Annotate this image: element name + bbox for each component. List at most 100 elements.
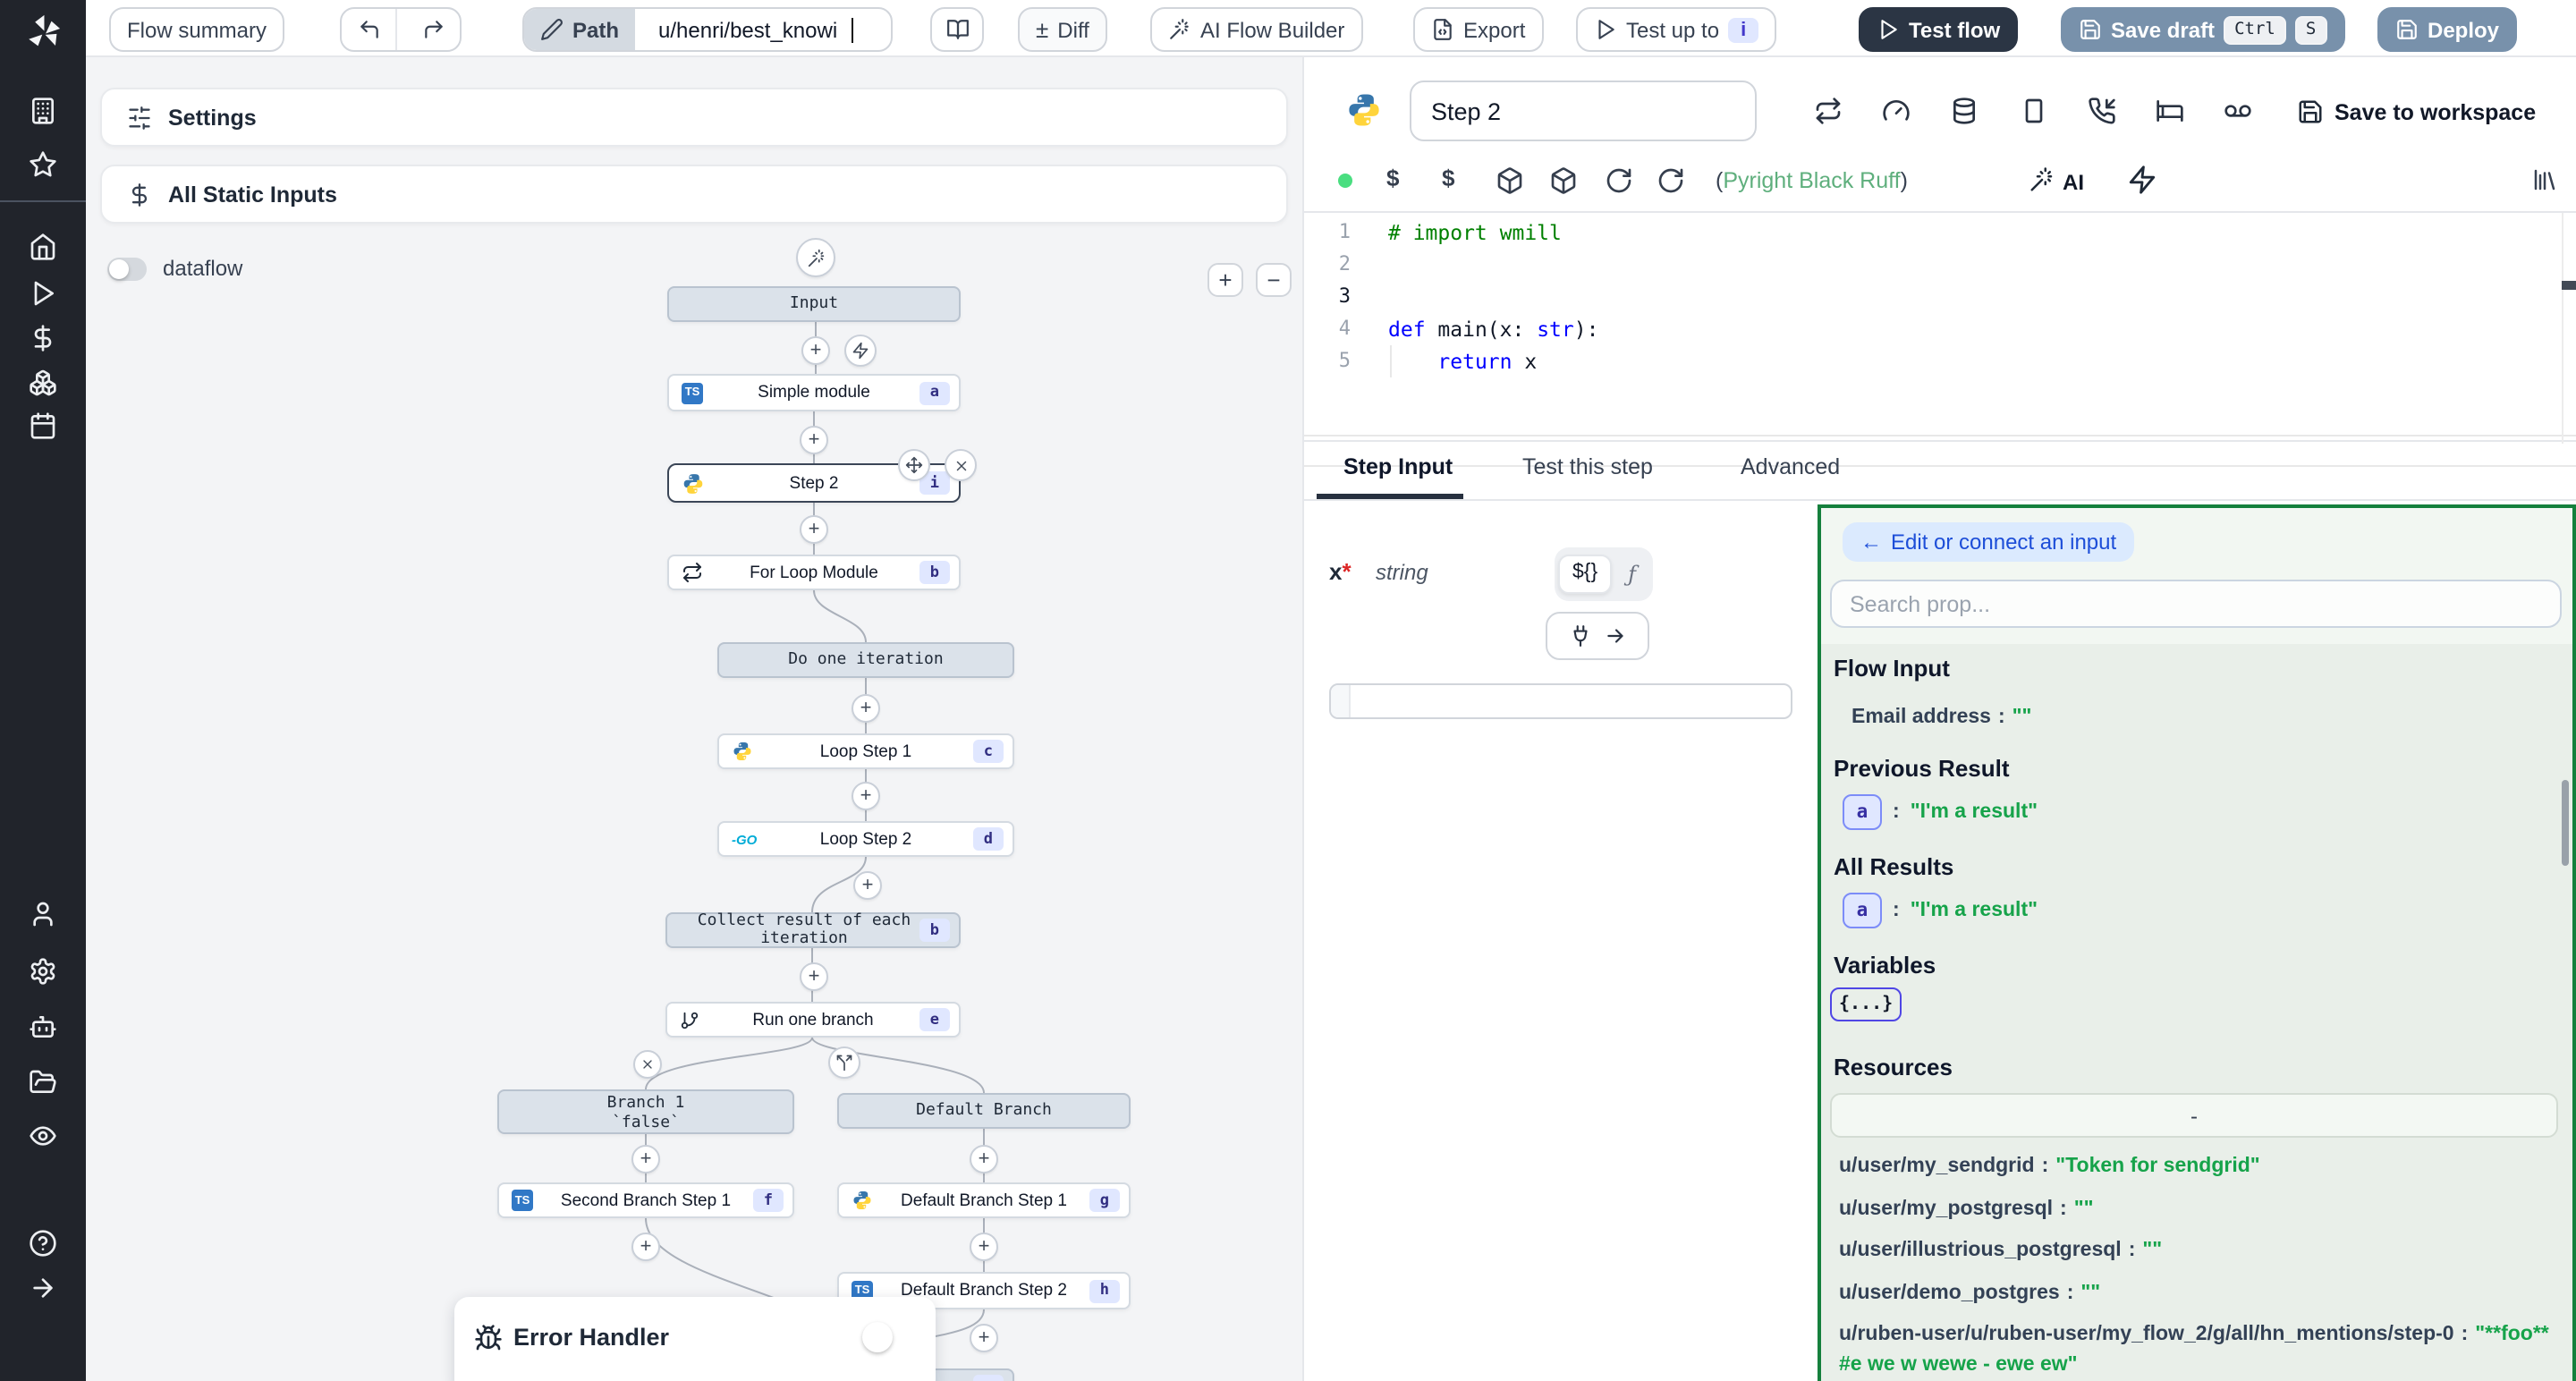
add-step-icon[interactable]: + xyxy=(970,1145,998,1173)
resources-filter-box[interactable]: - xyxy=(1830,1093,2558,1138)
zoom-in-button[interactable]: + xyxy=(1208,263,1243,297)
save-to-workspace-button[interactable]: Save to workspace xyxy=(2334,100,2536,125)
node-loop-step1[interactable]: Loop Step 1 c xyxy=(717,733,1014,769)
add-branch-icon[interactable] xyxy=(828,1046,860,1079)
node-run-one-branch[interactable]: Run one branch e xyxy=(665,1002,961,1038)
node-second-branch-step1[interactable]: TS Second Branch Step 1 f xyxy=(497,1182,794,1218)
diff-button[interactable]: ±Diff xyxy=(1018,7,1107,52)
add-step-icon[interactable]: + xyxy=(852,694,880,723)
audit-eye-icon[interactable] xyxy=(29,1122,57,1150)
add-step-icon[interactable]: + xyxy=(631,1233,660,1261)
voicemail-icon[interactable] xyxy=(2220,93,2256,129)
database-icon[interactable] xyxy=(1946,93,1982,129)
ai-suggest-icon[interactable] xyxy=(796,238,835,277)
variables-expand-badge[interactable]: {...} xyxy=(1830,987,1902,1021)
workspace-icon[interactable] xyxy=(29,97,57,125)
dataflow-toggle[interactable] xyxy=(107,257,147,280)
node-default-branch-step1[interactable]: Default Branch Step 1 g xyxy=(837,1182,1131,1218)
rotate-icon[interactable] xyxy=(1657,166,1685,195)
add-step-icon[interactable]: + xyxy=(853,871,882,900)
flow-summary-button[interactable]: Flow summary xyxy=(109,7,284,52)
home-icon[interactable] xyxy=(29,233,57,261)
node-simple-module[interactable]: TS Simple module a xyxy=(667,374,961,411)
undo-icon[interactable] xyxy=(342,9,397,50)
help-icon[interactable] xyxy=(29,1229,57,1258)
gauge-icon[interactable] xyxy=(1878,93,1914,129)
add-step-icon[interactable]: + xyxy=(970,1233,998,1261)
save-icon[interactable] xyxy=(2297,98,2324,125)
node-for-loop[interactable]: For Loop Module b xyxy=(667,555,961,590)
path-label[interactable]: Path xyxy=(524,9,635,50)
edit-or-connect-button[interactable]: ← Edit or connect an input xyxy=(1843,522,2134,562)
all-static-inputs-card[interactable]: All Static Inputs xyxy=(100,165,1288,224)
step-name-input[interactable] xyxy=(1410,80,1757,141)
flow-input-row[interactable]: Email address:"" xyxy=(1852,699,2031,732)
scrollbar-thumb[interactable] xyxy=(2562,780,2569,866)
function-mode-chip[interactable]: ƒ xyxy=(1615,555,1648,594)
all-results-row[interactable]: a:"I'm a result" xyxy=(1843,893,2038,928)
node-branch1[interactable]: Branch 1`false` xyxy=(497,1089,794,1134)
windmill-logo-icon[interactable] xyxy=(23,13,63,61)
add-step-icon[interactable]: + xyxy=(800,426,828,454)
runs-icon[interactable] xyxy=(29,279,57,308)
bed-icon[interactable] xyxy=(2152,93,2188,129)
code-editor[interactable]: 1 # import wmill 2 3 4 def main(x: str):… xyxy=(1304,211,2576,442)
test-flow-button[interactable]: Test flow xyxy=(1859,7,2018,52)
ai-button-label[interactable]: AI xyxy=(2063,170,2084,195)
delete-node-icon[interactable] xyxy=(945,449,977,481)
node-input[interactable]: Input xyxy=(667,286,961,322)
export-button[interactable]: Export xyxy=(1413,7,1543,52)
node-default-branch[interactable]: Default Branch xyxy=(837,1093,1131,1129)
repeat-icon[interactable] xyxy=(1810,93,1846,129)
resource-item[interactable]: u/user/my_postgresql:"" xyxy=(1839,1192,2558,1223)
resource-item[interactable]: u/user/my_sendgrid:"Token for sendgrid" xyxy=(1839,1150,2558,1181)
deploy-button[interactable]: Deploy xyxy=(2377,7,2517,52)
phone-icon[interactable] xyxy=(2084,93,2120,129)
settings-gear-icon[interactable] xyxy=(29,957,57,986)
bolt-icon[interactable] xyxy=(2127,165,2157,195)
node-collect-result[interactable]: Collect result of each iteration b xyxy=(665,912,961,948)
variables-icon[interactable] xyxy=(29,324,57,352)
settings-card[interactable]: Settings xyxy=(100,88,1288,147)
add-step-icon[interactable]: + xyxy=(800,515,828,544)
users-icon[interactable] xyxy=(29,900,57,928)
book-open-icon[interactable] xyxy=(930,7,984,52)
move-node-icon[interactable] xyxy=(898,449,930,481)
add-step-icon[interactable]: + xyxy=(852,782,880,810)
remove-branch-icon[interactable] xyxy=(633,1050,662,1079)
panel-divider[interactable] xyxy=(1302,57,1304,1381)
favorites-star-icon[interactable] xyxy=(29,150,57,179)
template-mode-chip[interactable]: ${} xyxy=(1558,555,1612,594)
tab-test-this-step[interactable]: Test this step xyxy=(1522,454,1653,479)
add-step-icon[interactable]: + xyxy=(631,1145,660,1173)
library-icon[interactable] xyxy=(2531,166,2558,193)
node-do-one-iteration[interactable]: Do one iteration xyxy=(717,642,1014,678)
ai-wand-icon[interactable] xyxy=(2029,166,2055,193)
schedules-icon[interactable] xyxy=(29,411,57,440)
node-loop-step2[interactable]: -GO Loop Step 2 d xyxy=(717,821,1014,857)
expand-sidebar-icon[interactable] xyxy=(29,1274,57,1302)
resource-item[interactable]: u/user/demo_postgres:"" xyxy=(1839,1276,2558,1307)
path-input[interactable]: u/henri/best_knowi xyxy=(644,17,853,42)
add-step-icon[interactable]: + xyxy=(800,962,828,991)
rotate-icon[interactable] xyxy=(1605,166,1633,195)
test-up-to-button[interactable]: Test up to i xyxy=(1576,7,1776,52)
search-prop-input[interactable] xyxy=(1830,580,2562,628)
redo-icon[interactable] xyxy=(406,9,460,50)
static-inputs-icon[interactable]: $ xyxy=(1386,165,1399,191)
resource-item[interactable]: u/user/illustrious_postgresql:"" xyxy=(1839,1234,2558,1265)
workers-bot-icon[interactable] xyxy=(29,1012,57,1041)
square-icon[interactable] xyxy=(2016,93,2052,129)
package-icon[interactable] xyxy=(1496,166,1524,195)
trigger-bolt-icon[interactable] xyxy=(844,335,877,367)
save-draft-button[interactable]: Save draft Ctrl S xyxy=(2061,7,2344,52)
ai-flow-builder-button[interactable]: AI Flow Builder xyxy=(1150,7,1362,52)
package-icon[interactable] xyxy=(1549,166,1578,195)
connect-input-group[interactable] xyxy=(1546,612,1649,660)
resources-icon[interactable] xyxy=(29,369,57,397)
param-value-input[interactable] xyxy=(1329,683,1792,719)
zoom-out-button[interactable]: − xyxy=(1256,263,1292,297)
add-step-icon[interactable]: + xyxy=(970,1324,998,1352)
add-step-icon[interactable]: + xyxy=(801,336,830,365)
static-inputs-icon[interactable]: $ xyxy=(1442,165,1454,191)
